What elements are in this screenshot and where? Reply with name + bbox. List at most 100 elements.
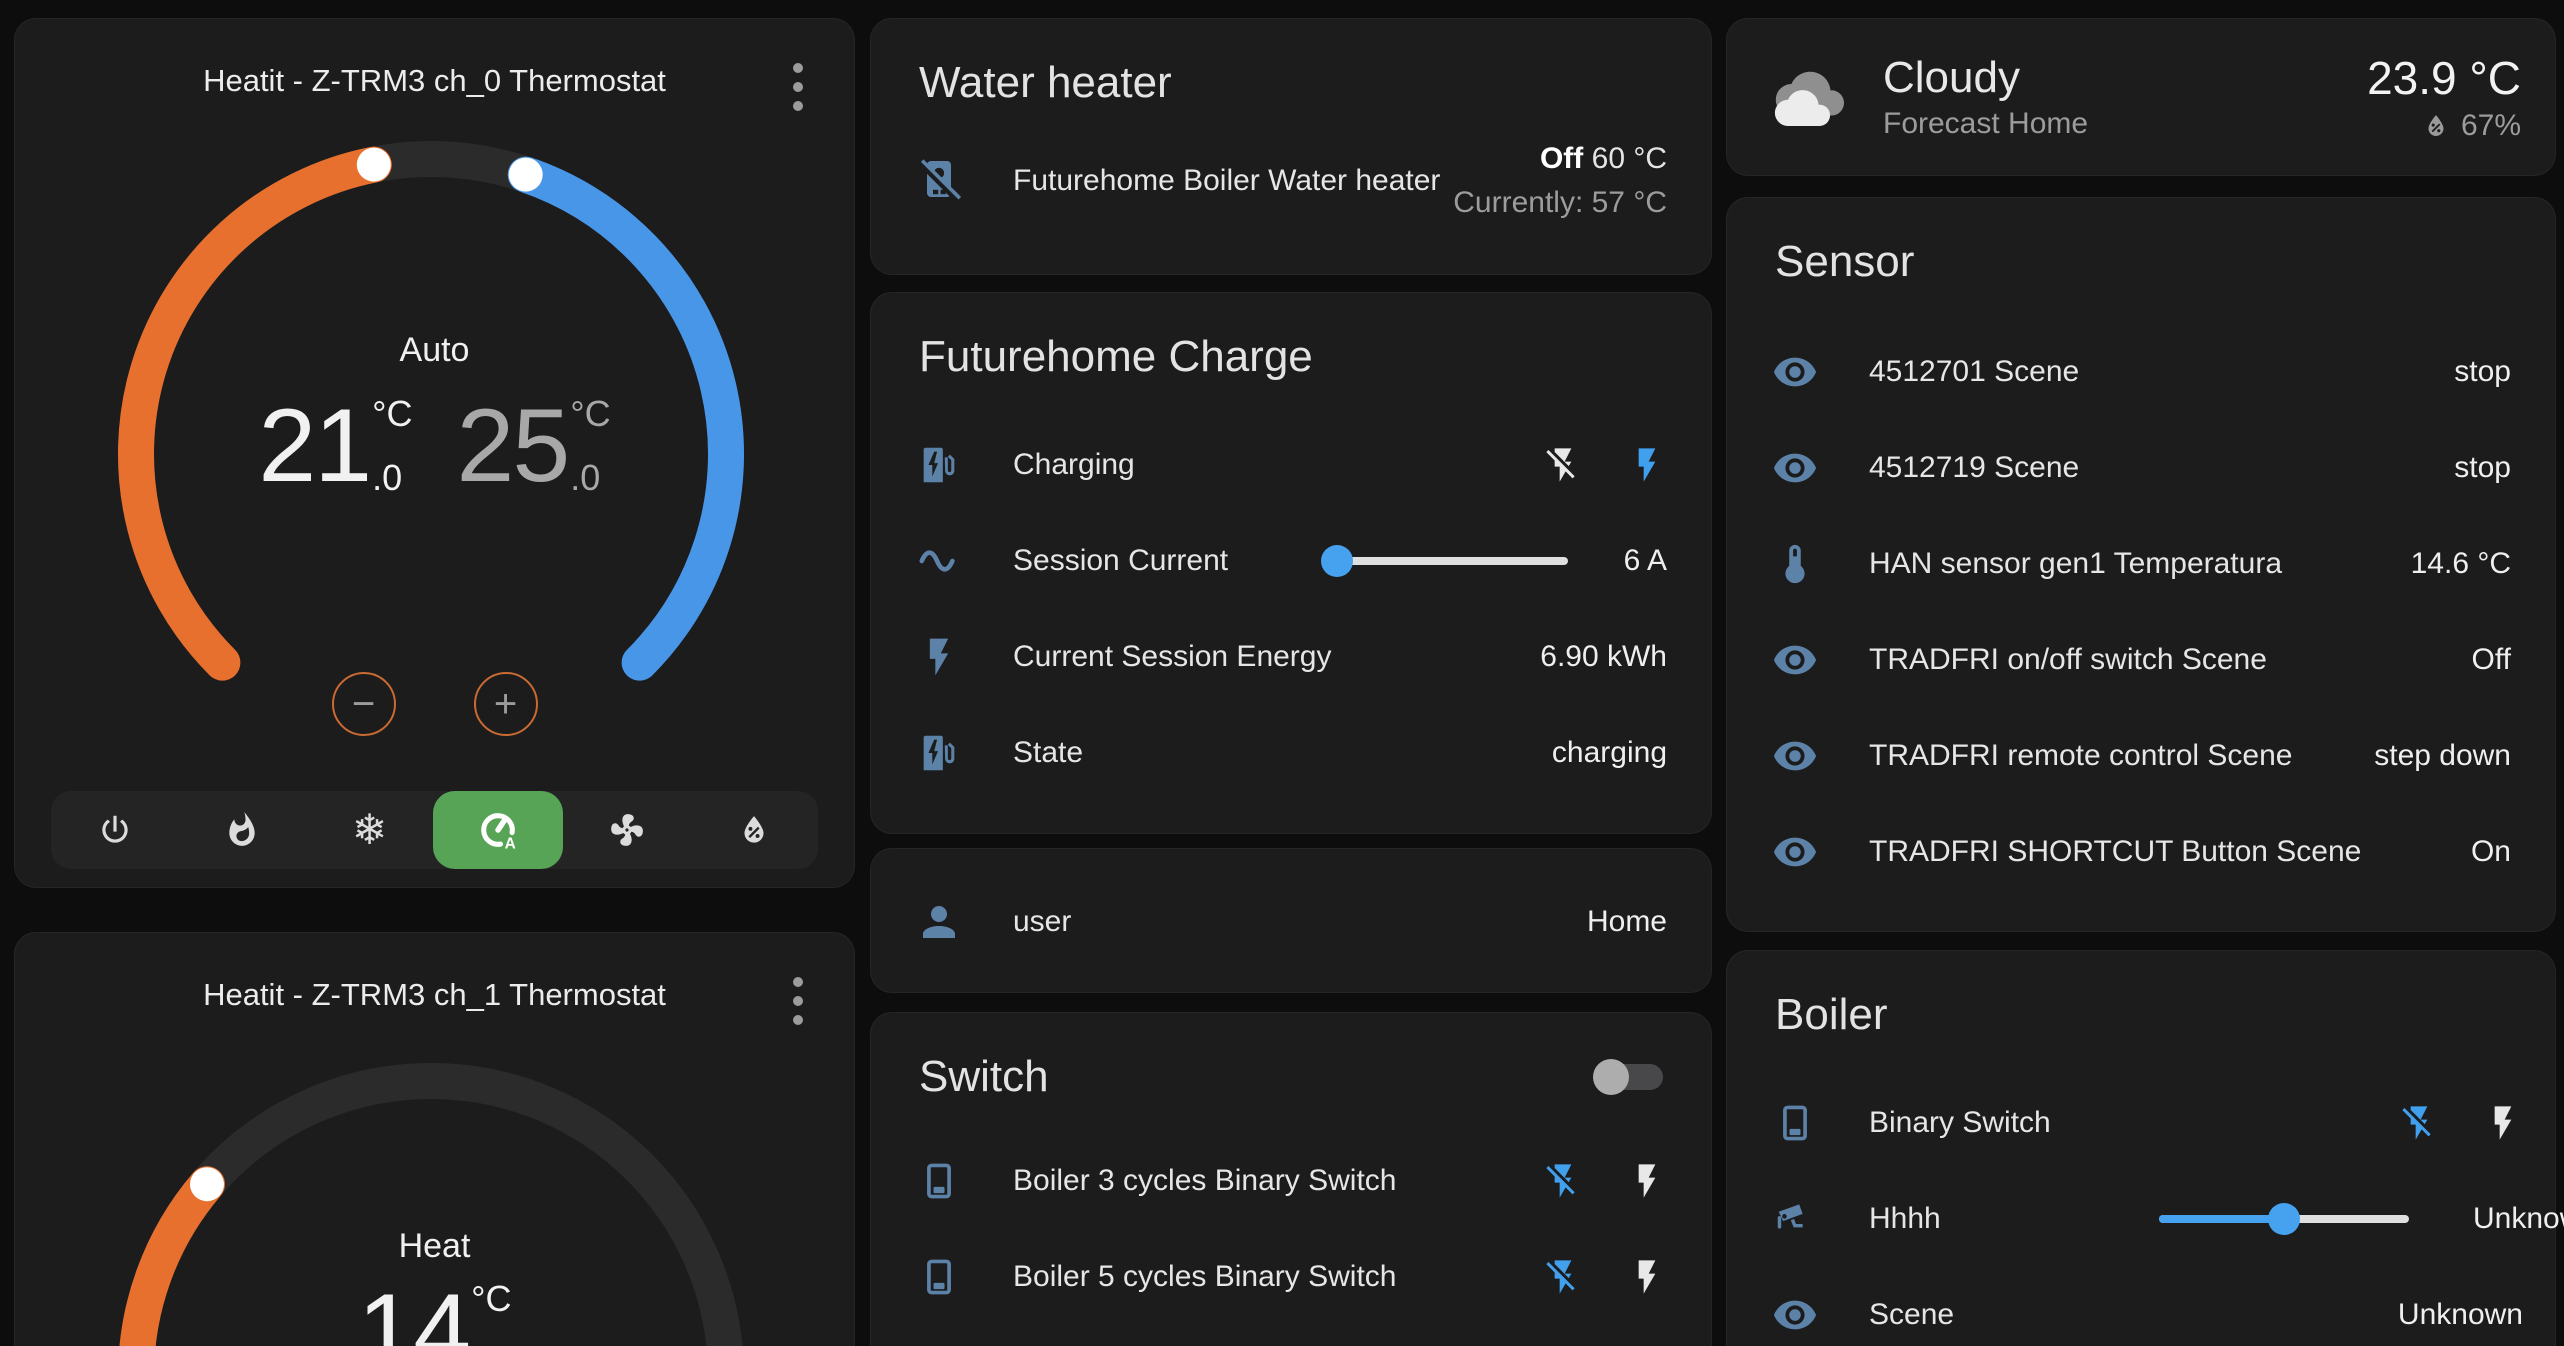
session-current-row[interactable]: Session Current 6 A [871,513,1711,609]
water-heater-current-temp: Currently: 57 °C [1453,181,1667,225]
dots-vertical-icon[interactable] [776,975,820,1027]
flash-off-icon[interactable] [1543,1257,1583,1297]
switch-all-toggle[interactable] [1597,1064,1663,1090]
thermostat-card-ch1: Heatit - Z-TRM3 ch_1 Thermostat Heat 14 … [14,932,855,1346]
session-current-value: 6 A [1624,544,1667,578]
snowflake-icon: ❄ [352,809,387,851]
thermostat-auto-icon [476,808,520,852]
current-temp-unit: °C [372,396,412,432]
current-temperature: 21 °C .0 [258,396,412,496]
water-heater-state: Off 60 °C Currently: 57 °C [1453,137,1667,225]
sensor-row[interactable]: TRADFRI on/off switch Scene Off [1727,612,2555,708]
sensor-value: step down [2374,739,2511,773]
fan-icon [608,811,646,849]
flash-icon[interactable] [1627,445,1667,485]
sensor-value: Off [2472,643,2511,677]
sensor-value: stop [2454,355,2511,389]
water-heater-card: Water heater Futurehome Boiler Water hea… [870,18,1712,275]
thermometer-icon [1772,541,1818,587]
scene-value: Unknown [2398,1298,2523,1332]
eye-icon [1772,733,1818,779]
eye-icon [1772,829,1818,875]
flash-icon[interactable] [1627,1257,1667,1297]
hhhh-row[interactable]: Hhhh Unknown [1727,1171,2555,1267]
weather-humidity: 67% [2461,106,2521,146]
binary-switch-row[interactable]: Binary Switch [1727,1075,2555,1171]
weather-subtitle: Forecast Home [1883,104,2088,144]
eye-icon [1772,1292,1818,1338]
card-title: Water heater [871,19,1711,121]
dial-handle-low[interactable] [357,148,391,182]
humidity-icon [2421,111,2451,141]
mode-heat-button[interactable] [178,791,305,869]
power-icon [96,811,134,849]
weather-temperature: 23.9 °C [2367,50,2521,106]
mode-power-button[interactable] [51,791,178,869]
boiler3-row[interactable]: Boiler 3 cycles Binary Switch [871,1133,1711,1229]
target-temp-unit: °C [570,396,610,432]
ev-station-icon [916,730,962,776]
state-value: charging [1552,736,1667,770]
fire-icon [223,811,261,849]
flash-off-icon[interactable] [1543,1161,1583,1201]
eye-icon [1772,349,1818,395]
hvac-mode-label: Heat [15,1227,854,1266]
thermostat-title: Heatit - Z-TRM3 ch_0 Thermostat [15,63,854,99]
charge-card: Futurehome Charge Charging Session Curre… [870,292,1712,834]
charging-row[interactable]: Charging [871,417,1711,513]
temp-unit: °C [471,1281,511,1317]
current-ac-icon [916,538,962,584]
scene-row[interactable]: Scene Unknown [1727,1267,2555,1346]
hhhh-slider[interactable] [2159,1215,2409,1223]
eye-icon [1772,637,1818,683]
water-heater-row[interactable]: Futurehome Boiler Water heater Off 60 °C… [871,121,1711,241]
session-current-slider[interactable] [1328,557,1568,565]
light-switch-icon [1773,1101,1817,1145]
session-energy-row[interactable]: Current Session Energy 6.90 kWh [871,609,1711,705]
mode-cool-button[interactable]: ❄ [306,791,433,869]
user-card: user Home [870,848,1712,993]
state-row[interactable]: State charging [871,705,1711,801]
cloudy-icon [1763,56,1855,140]
sensor-row[interactable]: 4512701 Scene stop [1727,324,2555,420]
cctv-icon [1772,1196,1818,1242]
boiler-card: Boiler Binary Switch Hhhh Unknown [1726,950,2556,1346]
flash-icon[interactable] [2483,1103,2523,1143]
sensor-row[interactable]: HAN sensor gen1 Temperatura 14.6 °C [1727,516,2555,612]
sensor-row[interactable]: 4512719 Scene stop [1727,420,2555,516]
sensor-value: 14.6 °C [2411,547,2511,581]
hvac-mode-label: Auto [15,331,854,370]
boiler5-row[interactable]: Boiler 5 cycles Binary Switch [871,1229,1711,1325]
flash-off-icon[interactable] [1543,445,1583,485]
target-temperature: 25 °C .0 [457,396,611,496]
entity-name: Futurehome Boiler Water heater [1013,164,1440,198]
mode-auto-button[interactable] [433,791,563,869]
sensor-row[interactable]: TRADFRI remote control Scene step down [1727,708,2555,804]
flash-off-icon[interactable] [2399,1103,2439,1143]
user-row[interactable]: user Home [871,849,1711,994]
weather-condition: Cloudy [1883,52,2088,104]
light-switch-icon [917,1159,961,1203]
light-switch-icon [917,1255,961,1299]
mode-dry-button[interactable] [691,791,818,869]
ev-station-icon [916,442,962,488]
hvac-mode-bar: ❄ [51,791,818,869]
dial-handle-high[interactable] [509,158,543,192]
sensor-row[interactable]: TRADFRI SHORTCUT Button Scene On [1727,804,2555,900]
flash-icon[interactable] [1627,1161,1667,1201]
water-boiler-off-icon [915,157,963,205]
weather-card[interactable]: Cloudy Forecast Home 23.9 °C 67% [1726,18,2556,176]
thermostat-title: Heatit - Z-TRM3 ch_1 Thermostat [15,977,854,1013]
target-temp-frac: .0 [570,460,610,496]
thermostat-card-ch0: Heatit - Z-TRM3 ch_0 Thermostat Auto 21 … [14,18,855,888]
current-temp-frac: .0 [372,460,412,496]
eye-icon [1772,445,1818,491]
water-percent-icon [735,811,773,849]
temp-increase-button[interactable]: + [474,672,538,736]
mode-fan-button[interactable] [563,791,690,869]
dial-handle[interactable] [190,1167,224,1201]
dots-vertical-icon[interactable] [776,61,820,113]
temp-decrease-button[interactable]: − [332,672,396,736]
flash-icon [917,635,961,679]
sensor-value: stop [2454,451,2511,485]
